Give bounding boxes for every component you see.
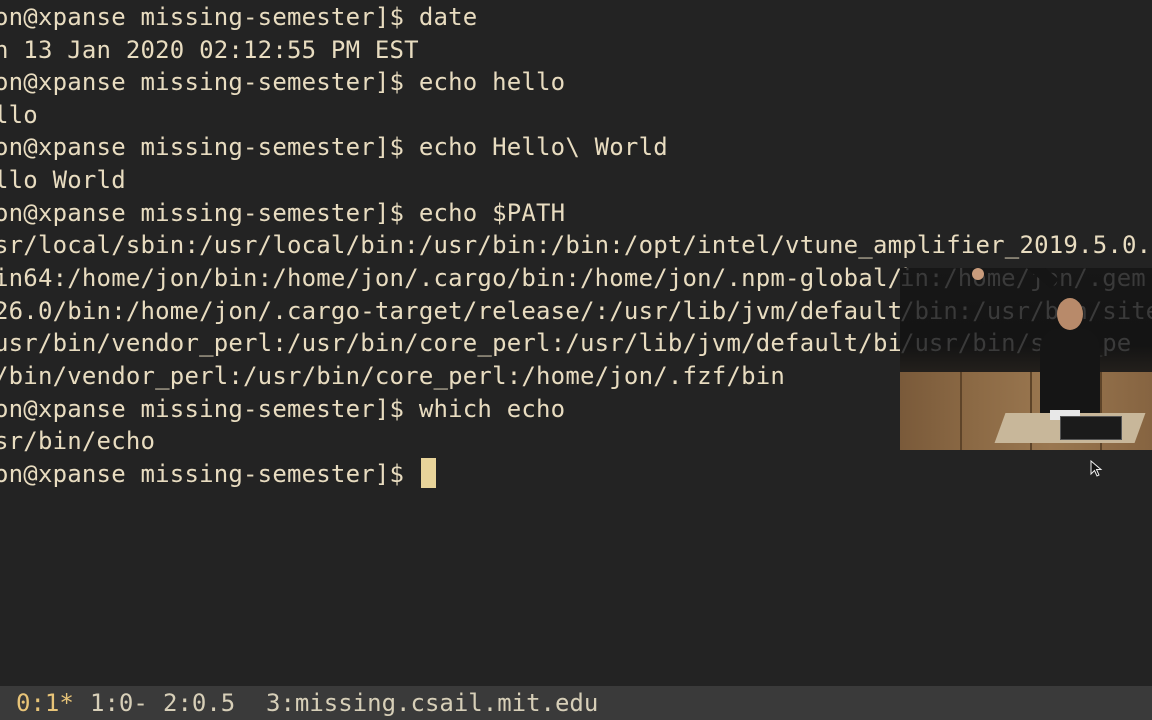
terminal-line: /bin/vendor_perl:/usr/bin/core_perl:/hom… [0,362,786,390]
ghost-line: in:/home/jon/.gem [900,268,1146,292]
laptop [1060,416,1122,440]
terminal-line: on@xpanse missing-semester]$ echo Hello\… [0,133,668,161]
terminal-cursor [420,458,436,488]
terminal-line: on@xpanse missing-semester]$ echo hello [0,68,566,96]
lecturer-hand [972,268,984,280]
terminal-line: on@xpanse missing-semester]$ date [0,3,478,31]
lecture-video-overlay: in:/home/jon/.gem/bin:/usr/bin/site/usr/… [900,268,1152,450]
wall-panel-seam [960,372,962,450]
tmux-status-bar: 0:1* 1:0- 2:0.5 3:missing.csail.mit.edu [0,686,1152,720]
mouse-pointer-icon [1090,460,1103,477]
lecturer-head [1057,298,1083,330]
terminal-line: 26.0/bin:/home/jon/.cargo-target/release… [0,297,903,325]
tmux-window-active[interactable]: 0:1* [16,686,74,720]
terminal-line: llo [0,101,38,129]
tmux-window-host[interactable]: 3:missing.csail.mit.edu [266,686,598,720]
terminal-prompt: on@xpanse missing-semester]$ [0,460,419,488]
tmux-window[interactable]: 1:0- [90,686,148,720]
terminal-line: usr/bin/vendor_perl:/usr/bin/core_perl:/… [0,329,917,357]
lecturer-body [1040,328,1100,418]
tmux-window[interactable]: 2:0.5 [163,686,235,720]
ghost-line: /bin:/usr/bin/site [900,297,1152,325]
terminal-line: on@xpanse missing-semester]$ echo $PATH [0,199,566,227]
terminal-prompt-line[interactable]: on@xpanse missing-semester]$ [0,458,436,490]
terminal-line: n 13 Jan 2020 02:12:55 PM EST [0,36,419,64]
terminal-line: sr/local/sbin:/usr/local/bin:/usr/bin:/b… [0,231,1152,259]
terminal-line: in64:/home/jon/bin:/home/jon/.cargo/bin:… [0,264,917,292]
screen: on@xpanse missing-semester]$ date n 13 J… [0,0,1152,720]
terminal-line: llo World [0,166,126,194]
terminal-line: sr/bin/echo [0,427,156,455]
terminal-line: on@xpanse missing-semester]$ which echo [0,395,566,423]
overlay-ghost-text: in:/home/jon/.gem/bin:/usr/bin/site/usr/… [900,268,1152,378]
